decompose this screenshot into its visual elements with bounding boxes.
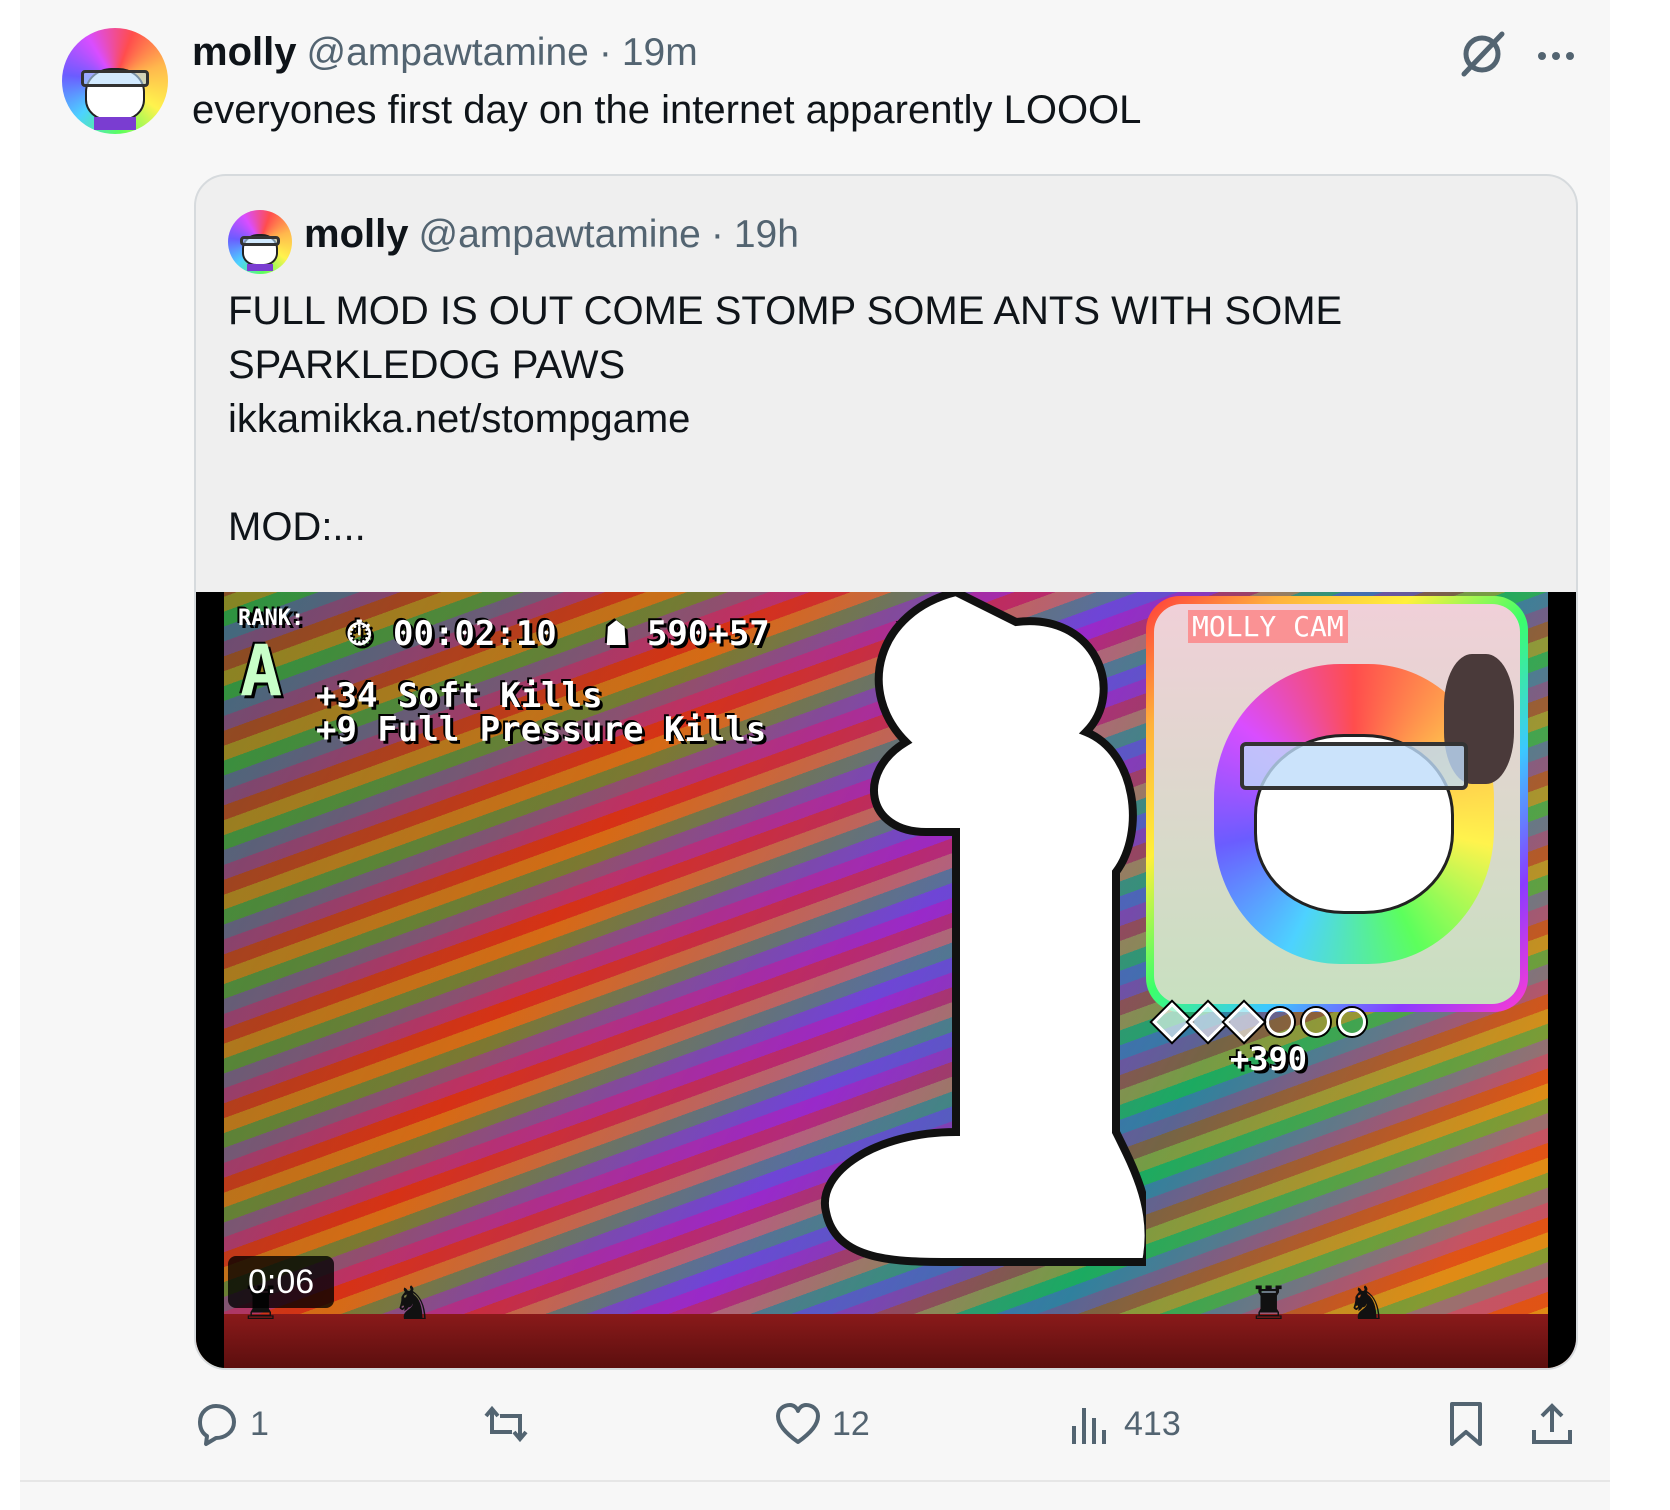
views-button[interactable]: 413 bbox=[1066, 1400, 1181, 1448]
action-bar: 1 12 413 bbox=[186, 1400, 1596, 1460]
share-icon bbox=[1532, 1403, 1572, 1444]
author-avatar[interactable] bbox=[62, 28, 168, 134]
post-header: molly @ampawtamine · 19m bbox=[192, 30, 698, 80]
bookmark-icon bbox=[1450, 1402, 1482, 1446]
paw-illustration bbox=[820, 592, 1146, 1266]
repost-button[interactable] bbox=[482, 1400, 540, 1448]
repost-icon bbox=[484, 1405, 528, 1443]
quoted-author-name: molly bbox=[304, 212, 409, 256]
like-count: 12 bbox=[832, 1404, 870, 1443]
video-player[interactable]: RANK: A ⏱ 00:02:10 ☗ 590+57 ⚑ 64 +34 Sof… bbox=[196, 592, 1576, 1368]
quoted-text-line: MOD:... bbox=[228, 505, 366, 549]
post-divider bbox=[20, 1480, 1610, 1482]
molly-cam: MOLLY CAM bbox=[1146, 596, 1528, 1012]
quoted-post-header: molly @ampawtamine · 19h bbox=[304, 212, 799, 266]
quoted-author-avatar bbox=[228, 210, 292, 274]
hud-score: ☗ 590+57 bbox=[606, 614, 770, 654]
separator-dot: · bbox=[710, 213, 724, 256]
reply-icon bbox=[198, 1404, 236, 1446]
hud-rank-letter: A bbox=[240, 630, 283, 712]
quoted-post-text: FULL MOD IS OUT COME STOMP SOME ANTS WIT… bbox=[228, 284, 1528, 554]
bookmark-button[interactable] bbox=[1442, 1400, 1490, 1448]
hud-score-value: 590+57 bbox=[646, 614, 770, 654]
like-icon bbox=[776, 1403, 820, 1444]
views-icon bbox=[1072, 1408, 1106, 1444]
health-meter bbox=[1152, 1002, 1366, 1042]
reply-button[interactable]: 1 bbox=[192, 1400, 269, 1448]
cam-label: MOLLY CAM bbox=[1188, 610, 1348, 643]
quoted-text-line: FULL MOD IS OUT COME STOMP SOME ANTS WIT… bbox=[228, 289, 1343, 333]
hud-rank-label: RANK: bbox=[238, 606, 305, 631]
hud-bonus: +390 bbox=[1230, 1040, 1308, 1078]
author-name[interactable]: molly bbox=[192, 30, 296, 75]
post-time[interactable]: 19m bbox=[622, 31, 698, 75]
quoted-post-time: 19h bbox=[733, 213, 799, 256]
grok-icon[interactable] bbox=[1456, 28, 1508, 80]
reply-count: 1 bbox=[250, 1404, 269, 1443]
quoted-link[interactable]: ikkamikka.net/stompgame bbox=[228, 392, 1528, 446]
more-icon[interactable] bbox=[1530, 36, 1582, 76]
quoted-author-handle: @ampawtamine bbox=[418, 213, 701, 256]
views-count: 413 bbox=[1124, 1404, 1181, 1443]
share-button[interactable] bbox=[1528, 1400, 1576, 1448]
hud-full-kills: +9 Full Pressure Kills bbox=[316, 710, 767, 750]
ant-sprite: ♞ bbox=[392, 1277, 434, 1329]
video-duration: 0:06 bbox=[228, 1256, 335, 1308]
separator-dot: · bbox=[598, 31, 612, 74]
ant-sprite: ♜ bbox=[1248, 1277, 1290, 1329]
like-button[interactable]: 12 bbox=[774, 1400, 870, 1448]
hud-timer-value: 00:02:10 bbox=[393, 614, 557, 654]
post-text: everyones first day on the internet appa… bbox=[192, 88, 1142, 132]
quoted-text-line: SPARKLEDOG PAWS bbox=[228, 343, 626, 387]
hud-timer: ⏱ 00:02:10 bbox=[346, 614, 557, 654]
ant-sprite: ♞ bbox=[1346, 1277, 1388, 1329]
quoted-text-line bbox=[228, 446, 1528, 500]
author-handle[interactable]: @ampawtamine bbox=[306, 31, 588, 75]
quoted-post[interactable]: molly @ampawtamine · 19h FULL MOD IS OUT… bbox=[194, 174, 1578, 1370]
